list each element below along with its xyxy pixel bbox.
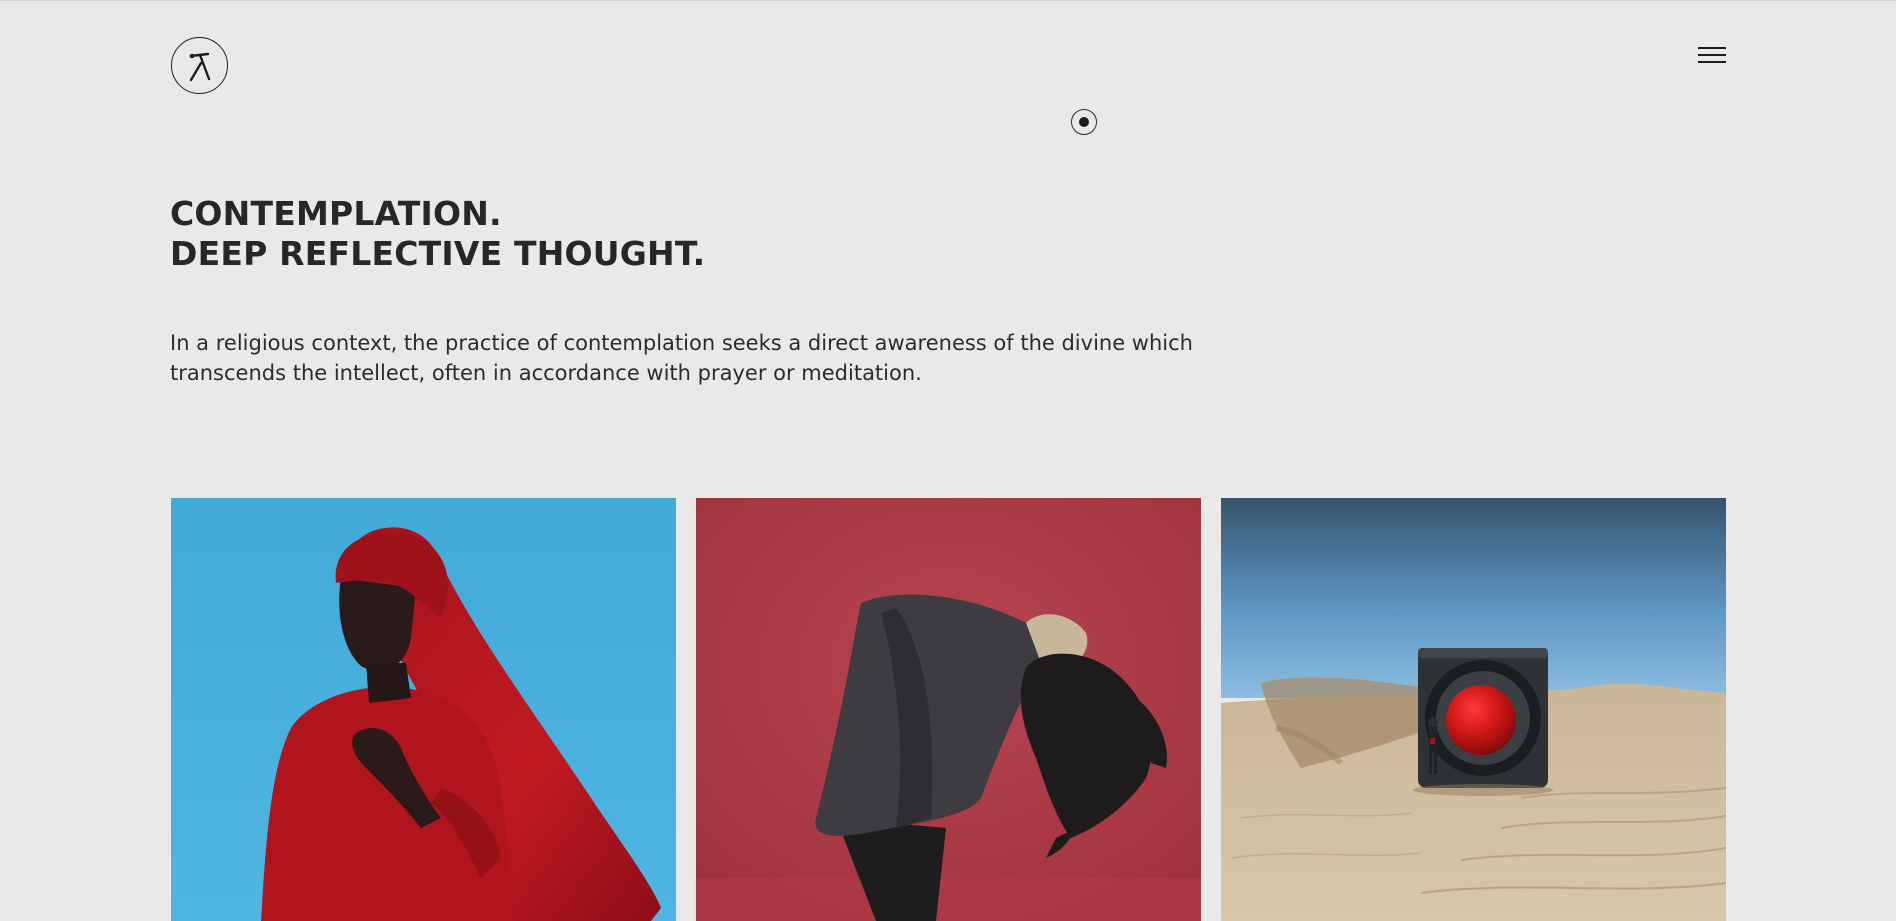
intro-paragraph: In a religious context, the practice of … xyxy=(170,331,1193,385)
menu-line xyxy=(1698,61,1726,63)
menu-line xyxy=(1698,47,1726,49)
hamburger-menu-icon[interactable] xyxy=(1696,44,1728,68)
page-title: CONTEMPLATION. DEEP REFLECTIVE THOUGHT. xyxy=(170,194,705,274)
title-line-2: DEEP REFLECTIVE THOUGHT. xyxy=(170,234,706,273)
logo[interactable] xyxy=(171,37,228,94)
desert-speaker-image[interactable] xyxy=(1221,498,1726,921)
menu-line xyxy=(1698,54,1726,56)
top-border xyxy=(0,0,1896,1)
bowing-figure-image[interactable] xyxy=(696,498,1201,921)
image-gallery xyxy=(171,498,1726,921)
cursor-dot-icon xyxy=(1071,109,1097,135)
title-line-1: CONTEMPLATION. xyxy=(170,194,502,233)
red-veiled-figure-image[interactable] xyxy=(171,498,676,921)
runner-icon xyxy=(189,52,210,81)
